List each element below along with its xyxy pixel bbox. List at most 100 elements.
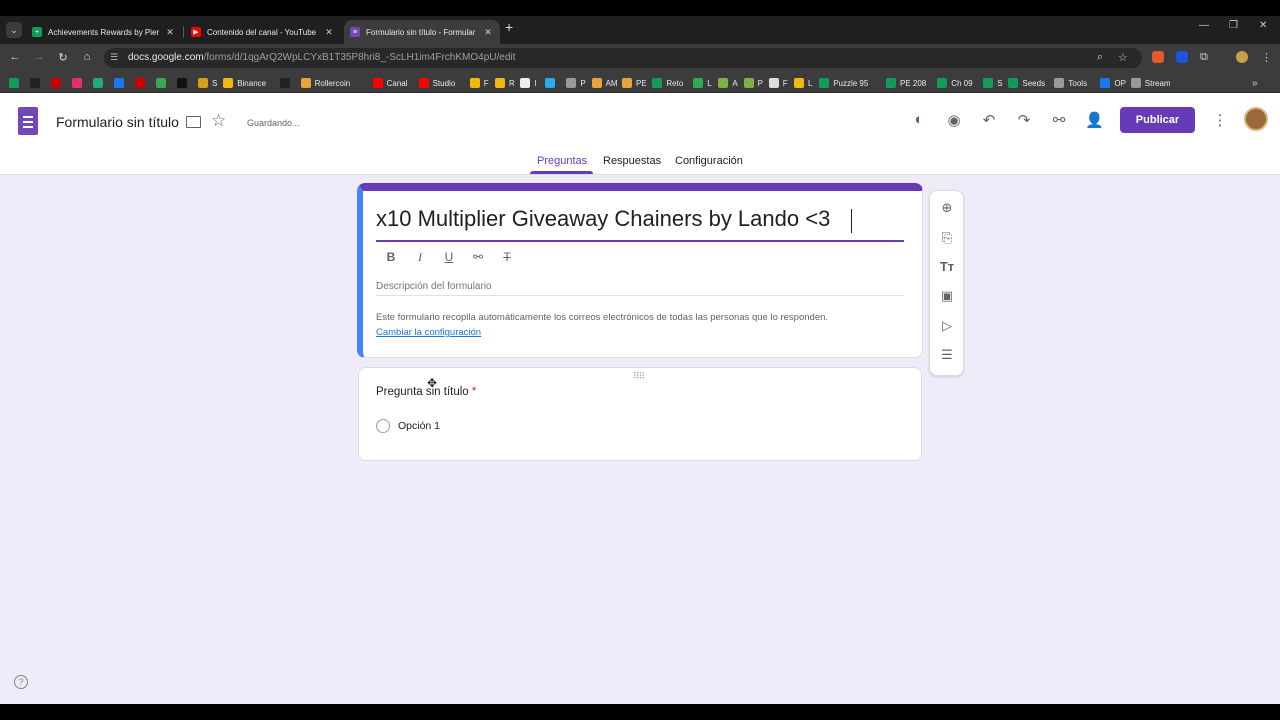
preview-eye-icon[interactable]: ◉ <box>945 111 963 129</box>
forward-icon[interactable]: → <box>32 51 46 63</box>
form-description-field[interactable]: Descripción del formulario <box>376 281 492 292</box>
insert-link-icon[interactable]: ⚯ <box>470 250 486 264</box>
bookmark-item[interactable]: Ch 09 <box>937 77 973 89</box>
bookmark-item[interactable] <box>177 77 191 89</box>
bookmark-item[interactable]: P <box>566 77 586 89</box>
menu-kebab-icon[interactable]: ⋮ <box>1261 51 1272 64</box>
import-questions-icon[interactable]: ⎘ <box>938 230 956 246</box>
window-close-icon[interactable]: ✕ <box>1259 20 1267 31</box>
move-to-folder-icon[interactable] <box>186 116 201 128</box>
change-settings-link[interactable]: Cambiar la configuración <box>376 327 481 338</box>
bookmark-item[interactable]: L <box>794 77 812 89</box>
bookmark-icon <box>1054 78 1065 88</box>
clear-formatting-icon[interactable]: T <box>499 250 515 264</box>
bookmark-item[interactable]: Rollercoin <box>300 77 350 89</box>
bookmark-item[interactable]: Tools <box>1054 77 1087 89</box>
bookmark-item[interactable] <box>545 77 559 89</box>
bookmark-item[interactable]: Stream <box>1130 77 1171 89</box>
bookmark-icon <box>591 78 602 88</box>
link-icon[interactable]: ⚯ <box>1050 111 1068 129</box>
undo-icon[interactable]: ↶ <box>980 111 998 129</box>
url-text[interactable]: docs.google.com/forms/d/1qgArQ2WpLCYxB1T… <box>128 52 515 63</box>
profile-avatar-icon[interactable] <box>1236 51 1248 63</box>
bookmark-item[interactable]: Binance <box>223 77 266 89</box>
bookmark-item[interactable] <box>30 77 44 89</box>
tab-respuestas[interactable]: Respuestas <box>603 155 661 167</box>
add-video-icon[interactable]: ▷ <box>938 318 956 334</box>
document-title[interactable]: Formulario sin título <box>56 114 179 130</box>
bookmark-item[interactable]: I <box>520 77 536 89</box>
form-title-input[interactable]: x10 Multiplier Giveaway Chainers by Land… <box>376 206 830 232</box>
browser-tab[interactable]: ▶ Contenido del canal - YouTube ✕ <box>185 20 341 44</box>
underline-icon[interactable]: U <box>441 250 457 264</box>
add-collaborator-icon[interactable]: 👤 <box>1085 111 1104 129</box>
close-icon[interactable]: ✕ <box>323 27 335 38</box>
site-info-icon[interactable]: ☰ <box>110 52 118 63</box>
publish-button[interactable]: Publicar <box>1120 107 1195 133</box>
browser-tab-active[interactable]: ≡ Formulario sin título - Formular ✕ <box>344 20 500 44</box>
bold-icon[interactable]: B <box>383 250 399 264</box>
radio-button[interactable] <box>376 419 390 433</box>
bookmark-item[interactable] <box>135 77 149 89</box>
browser-tab[interactable]: + Achievements Rewards by Pier ✕ <box>26 20 182 44</box>
home-icon[interactable]: ⌂ <box>80 51 94 63</box>
bookmark-star-icon[interactable]: ☆ <box>1118 51 1128 64</box>
bookmark-item[interactable]: S <box>198 77 217 89</box>
close-icon[interactable]: ✕ <box>482 27 494 38</box>
bookmarks-overflow-icon[interactable]: » <box>1252 77 1258 89</box>
bookmark-item[interactable]: P <box>743 77 763 89</box>
new-tab-icon[interactable]: + <box>505 19 513 35</box>
bookmark-item[interactable] <box>279 77 294 89</box>
extension-icon[interactable] <box>1152 51 1164 63</box>
bookmark-item[interactable]: Canal <box>372 77 408 89</box>
bookmark-item[interactable] <box>9 77 23 89</box>
avatar[interactable] <box>1244 107 1268 131</box>
bookmark-item[interactable]: OP <box>1100 77 1126 89</box>
more-options-icon[interactable]: ⋮ <box>1211 111 1229 129</box>
add-question-icon[interactable]: ⊕ <box>938 200 956 216</box>
bookmark-item[interactable] <box>51 77 65 89</box>
bookmark-item[interactable]: Reto <box>652 77 683 89</box>
bookmark-item[interactable]: S <box>983 77 1003 89</box>
bookmark-item[interactable]: AM <box>591 77 618 89</box>
bookmark-item[interactable]: PE 208 <box>886 77 926 89</box>
bookmark-item[interactable] <box>156 77 170 89</box>
minimize-icon[interactable]: — <box>1199 20 1209 31</box>
google-forms-logo-icon[interactable] <box>18 107 38 135</box>
back-icon[interactable]: ← <box>8 51 22 63</box>
bookmark-icon <box>983 78 994 88</box>
bookmark-item[interactable] <box>93 77 107 89</box>
bookmark-item[interactable]: A <box>718 77 738 89</box>
bookmark-item[interactable]: Studio <box>418 77 455 89</box>
italic-icon[interactable]: I <box>412 250 428 265</box>
bookmark-item[interactable] <box>114 77 128 89</box>
close-icon[interactable]: ✕ <box>164 27 176 38</box>
option-label[interactable]: Opción 1 <box>398 420 440 432</box>
bookmark-item[interactable]: Puzzle 95 <box>819 77 868 89</box>
bookmark-item[interactable]: R <box>495 77 515 89</box>
help-icon[interactable]: ? <box>14 675 28 689</box>
bookmark-item[interactable]: F <box>469 77 489 89</box>
zoom-icon[interactable]: ⌕ <box>1097 51 1103 64</box>
extensions-puzzle-icon[interactable]: ⧉ <box>1200 51 1208 64</box>
star-icon[interactable]: ☆ <box>211 111 226 131</box>
add-section-icon[interactable]: ☰ <box>938 347 956 363</box>
extension-icon[interactable] <box>1176 51 1188 63</box>
tab-search-chevron-icon[interactable]: ⌄ <box>6 22 22 38</box>
tab-configuracion[interactable]: Configuración <box>675 155 743 167</box>
restore-icon[interactable]: ❐ <box>1229 20 1238 31</box>
redo-icon[interactable]: ↷ <box>1015 111 1033 129</box>
palette-icon[interactable]: ◐ <box>910 111 928 128</box>
bookmark-icon <box>1100 78 1111 88</box>
reload-icon[interactable]: ↻ <box>56 51 70 64</box>
drag-handle-icon[interactable]: ⠿⠿ <box>633 371 645 382</box>
bookmark-item[interactable]: PE <box>622 77 647 89</box>
tab-preguntas[interactable]: Preguntas <box>537 155 587 167</box>
add-title-icon[interactable]: Tт <box>938 259 956 274</box>
bookmark-item[interactable] <box>72 77 86 89</box>
bookmark-item[interactable]: L <box>693 77 712 89</box>
add-image-icon[interactable]: ▣ <box>938 288 956 304</box>
bookmark-item[interactable]: Seeds <box>1008 77 1045 89</box>
active-tab-indicator <box>530 171 593 174</box>
bookmark-item[interactable]: F <box>768 77 788 89</box>
